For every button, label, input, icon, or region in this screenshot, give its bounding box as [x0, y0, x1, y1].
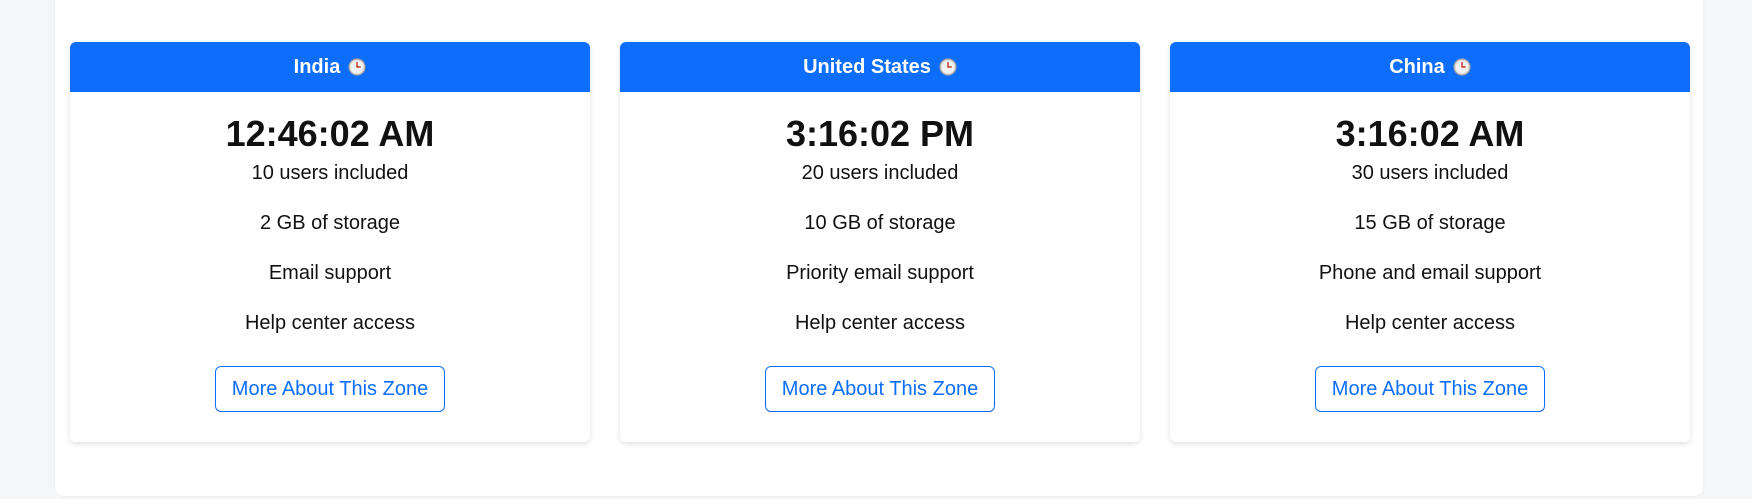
feature-item: Phone and email support — [1318, 262, 1542, 284]
feature-item: 15 GB of storage — [1354, 212, 1506, 234]
feature-item: 10 users included — [251, 162, 409, 184]
zone-name: China — [1389, 55, 1445, 78]
zone-card-header: India — [70, 42, 590, 92]
clock-icon — [939, 58, 957, 76]
feature-item: Help center access — [794, 312, 966, 334]
feature-item: Priority email support — [786, 262, 974, 284]
feature-item: Help center access — [244, 312, 416, 334]
feature-item: 20 users included — [801, 162, 959, 184]
feature-item: 30 users included — [1351, 162, 1509, 184]
zone-time: 3:16:02 PM — [785, 113, 975, 154]
zone-name: United States — [803, 55, 931, 78]
feature-item: 2 GB of storage — [259, 212, 401, 234]
feature-item: Help center access — [1344, 312, 1516, 334]
zone-card-header: United States — [620, 42, 1140, 92]
zone-card-header: China — [1170, 42, 1690, 92]
zone-card-china: China 3:16:02 AM 30 users included 15 GB… — [1170, 42, 1690, 442]
more-about-zone-button[interactable]: More About This Zone — [214, 366, 446, 412]
zone-cards: India 12:46:02 AM 10 users included 2 GB… — [70, 42, 1690, 442]
more-about-zone-button[interactable]: More About This Zone — [1314, 366, 1546, 412]
zone-time: 3:16:02 AM — [1335, 113, 1525, 154]
clock-icon — [348, 58, 366, 76]
feature-list: 10 users included 2 GB of storage Email … — [245, 160, 415, 336]
zone-card-india: India 12:46:02 AM 10 users included 2 GB… — [70, 42, 590, 442]
feature-item: 10 GB of storage — [804, 212, 956, 234]
zone-name: India — [293, 55, 341, 78]
more-about-zone-button[interactable]: More About This Zone — [764, 366, 996, 412]
feature-list: 20 users included 10 GB of storage Prior… — [786, 160, 974, 336]
zone-time: 12:46:02 AM — [225, 113, 435, 154]
feature-item: Email support — [268, 262, 392, 284]
zone-card-united-states: United States 3:16:02 PM 20 users includ… — [620, 42, 1140, 442]
feature-list: 30 users included 15 GB of storage Phone… — [1319, 160, 1541, 336]
clock-icon — [1453, 58, 1471, 76]
